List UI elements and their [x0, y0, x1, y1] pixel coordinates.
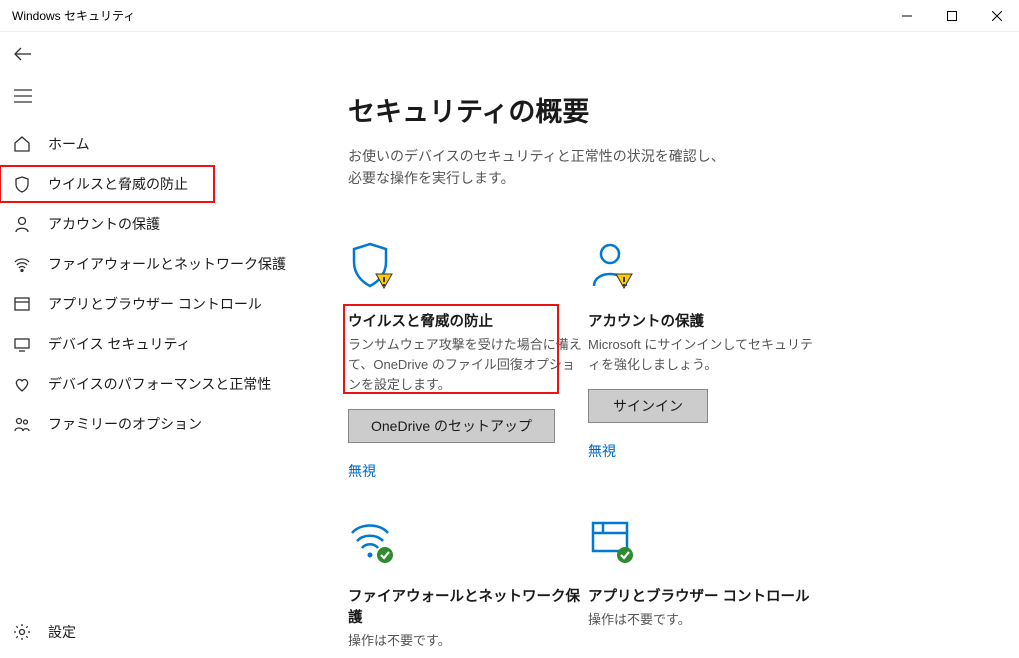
- highlight-annotation: [0, 165, 215, 203]
- card-title: ファイアウォールとネットワーク保護: [348, 585, 584, 627]
- network-icon: [12, 255, 32, 273]
- maximize-button[interactable]: [929, 0, 974, 31]
- back-icon[interactable]: [12, 44, 34, 67]
- sidebar-item-firewall[interactable]: ファイアウォールとネットワーク保護: [0, 244, 322, 284]
- main-content: セキュリティの概要 お使いのデバイスのセキュリティと正常性の状況を確認し、必要な…: [322, 32, 1019, 658]
- window-title: Windows セキュリティ: [12, 7, 135, 24]
- window-ok-icon: [588, 515, 824, 573]
- sidebar-item-label: デバイスのパフォーマンスと正常性: [48, 374, 271, 394]
- close-button[interactable]: [974, 0, 1019, 31]
- heart-icon: [12, 375, 32, 393]
- window-icon: [12, 295, 32, 313]
- onedrive-setup-button[interactable]: OneDrive のセットアップ: [348, 409, 555, 443]
- sidebar-item-label: デバイス セキュリティ: [48, 334, 191, 354]
- card-description: ランサムウェア攻撃を受けた場合に備えて、OneDrive のファイル回復オプショ…: [348, 335, 584, 395]
- page-title: セキュリティの概要: [348, 90, 995, 129]
- signin-button[interactable]: サインイン: [588, 389, 708, 423]
- window-controls: [884, 0, 1019, 31]
- sidebar-item-label: ファイアウォールとネットワーク保護: [48, 254, 286, 274]
- card-description: 操作は不要です。: [348, 631, 584, 651]
- dismiss-link[interactable]: 無視: [588, 441, 824, 461]
- sidebar-item-label: ホーム: [48, 134, 90, 154]
- family-icon: [12, 415, 32, 433]
- sidebar-item-appbrowser[interactable]: アプリとブラウザー コントロール: [0, 284, 322, 324]
- sidebar-item-health[interactable]: デバイスのパフォーマンスと正常性: [0, 364, 322, 404]
- person-warning-icon: [588, 240, 824, 298]
- home-icon: [12, 135, 32, 153]
- minimize-button[interactable]: [884, 0, 929, 31]
- hamburger-icon[interactable]: [14, 89, 32, 106]
- card-title: アカウントの保護: [588, 310, 824, 331]
- sidebar-item-label: ファミリーのオプション: [48, 414, 202, 434]
- network-ok-icon: [348, 515, 584, 573]
- sidebar-item-label: アカウントの保護: [48, 214, 160, 234]
- card-description: 操作は不要です。: [588, 610, 824, 630]
- card-title: ウイルスと脅威の防止: [348, 310, 584, 331]
- sidebar-item-label: 設定: [48, 622, 76, 642]
- gear-icon: [12, 623, 32, 641]
- sidebar-item-home[interactable]: ホーム: [0, 124, 322, 164]
- sidebar-item-family[interactable]: ファミリーのオプション: [0, 404, 322, 444]
- card-title: アプリとブラウザー コントロール: [588, 585, 824, 606]
- card-account: アカウントの保護 Microsoft にサインインしてセキュリティを強化しましょ…: [588, 240, 824, 481]
- card-app-browser: アプリとブラウザー コントロール 操作は不要です。: [588, 515, 824, 658]
- page-description: お使いのデバイスのセキュリティと正常性の状況を確認し、必要な操作を実行します。: [348, 145, 728, 190]
- card-description: Microsoft にサインインしてセキュリティを強化しましょう。: [588, 335, 824, 375]
- card-firewall: ファイアウォールとネットワーク保護 操作は不要です。: [348, 515, 584, 658]
- sidebar-item-label: アプリとブラウザー コントロール: [48, 294, 262, 314]
- shield-warning-icon: [348, 240, 584, 298]
- device-icon: [12, 335, 32, 353]
- card-virus: ウイルスと脅威の防止 ランサムウェア攻撃を受けた場合に備えて、OneDrive …: [348, 240, 584, 481]
- sidebar-item-account[interactable]: アカウントの保護: [0, 204, 322, 244]
- person-icon: [12, 215, 32, 233]
- title-bar: Windows セキュリティ: [0, 0, 1019, 32]
- dismiss-link[interactable]: 無視: [348, 461, 584, 481]
- sidebar: ホーム ウイルスと脅威の防止 アカウントの保護: [0, 32, 322, 658]
- sidebar-item-device[interactable]: デバイス セキュリティ: [0, 324, 322, 364]
- sidebar-item-settings[interactable]: 設定: [0, 612, 322, 652]
